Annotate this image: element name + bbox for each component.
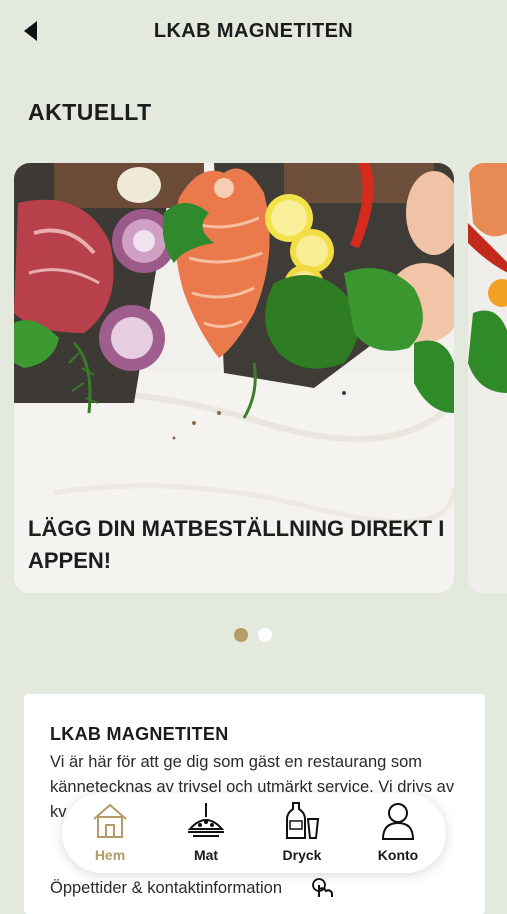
info-title: LKAB MAGNETITEN xyxy=(50,724,229,744)
slide-title: LÄGG DIN MATBESTÄLLNING DIREKT I APPEN! xyxy=(28,516,445,573)
tab-label: Mat xyxy=(193,847,219,863)
tab-label: Hem xyxy=(94,847,126,863)
tap-hand-icon xyxy=(312,878,333,897)
tab-konto[interactable]: Konto xyxy=(350,793,446,873)
bottom-tab-bar: Hem Mat Dryck Konto xyxy=(62,793,446,873)
food-plate-icon xyxy=(187,803,225,837)
tab-hem[interactable]: Hem xyxy=(62,793,158,873)
drink-icon xyxy=(286,802,320,839)
pagination-dot[interactable] xyxy=(258,628,272,642)
next-slide-image xyxy=(468,163,507,593)
tab-mat[interactable]: Mat xyxy=(158,793,254,873)
tab-label: Dryck xyxy=(282,847,322,863)
tab-label: Konto xyxy=(377,847,419,863)
header: LKAB MAGNETITEN xyxy=(0,0,507,62)
account-icon xyxy=(381,803,415,840)
opening-hours-link[interactable]: Öppettider & kontaktinformation xyxy=(50,879,282,898)
page-title: LKAB MAGNETITEN xyxy=(153,20,354,42)
pagination-dot-active[interactable] xyxy=(234,628,248,642)
home-icon xyxy=(93,803,127,838)
tab-dryck[interactable]: Dryck xyxy=(254,793,350,873)
carousel-slide[interactable]: LÄGG DIN MATBESTÄLLNING DIREKT I APPEN! xyxy=(14,163,454,593)
section-title: AKTUELLT xyxy=(28,99,152,125)
carousel-pagination xyxy=(234,628,272,642)
next-slide-peek[interactable] xyxy=(468,163,507,593)
